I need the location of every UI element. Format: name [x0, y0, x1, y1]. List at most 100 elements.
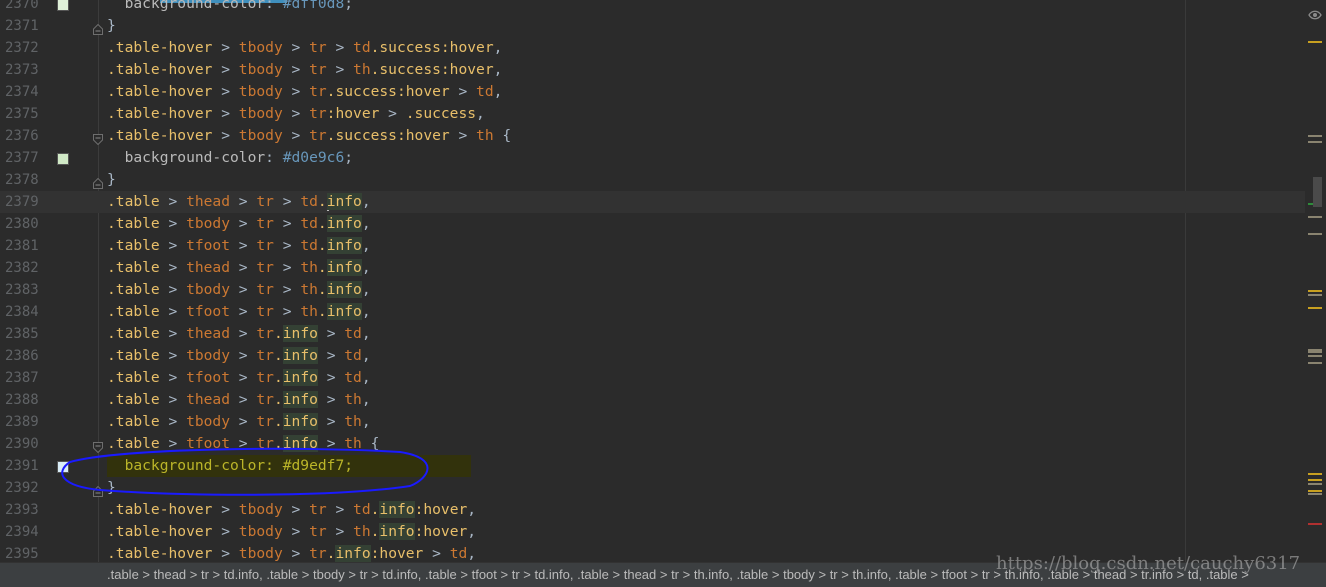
scrollbar-marker[interactable]: [1308, 489, 1322, 492]
code-token: .: [273, 413, 283, 430]
code-line[interactable]: 2372 .table-hover > tbody > tr > td.succe…: [0, 37, 1305, 59]
scrollbar-marker[interactable]: [1308, 351, 1322, 354]
scrollbar-track[interactable]: [1305, 0, 1326, 562]
code-text[interactable]: }: [107, 477, 116, 499]
code-token: >: [159, 413, 187, 430]
code-line[interactable]: 2371}: [0, 15, 1305, 37]
code-token: >: [230, 259, 257, 276]
code-line[interactable]: 2378}: [0, 169, 1305, 191]
code-line[interactable]: 2376 .table-hover > tbody > tr.success:ho…: [0, 125, 1305, 147]
code-token: >: [212, 39, 239, 56]
code-line[interactable]: 2392}: [0, 477, 1305, 499]
code-token: th: [300, 281, 318, 298]
code-text[interactable]: .table > tfoot > tr > td.info,: [107, 235, 371, 257]
color-swatch-icon[interactable]: [57, 0, 69, 11]
code-text[interactable]: }: [107, 169, 116, 191]
code-text[interactable]: }: [107, 15, 116, 37]
code-token: >: [317, 369, 345, 386]
code-text[interactable]: .table > tfoot > tr > th.info,: [107, 301, 371, 323]
code-text[interactable]: .table-hover > tbody > tr > td.success:h…: [107, 37, 502, 59]
code-text[interactable]: .table > thead > tr > th.info,: [107, 257, 371, 279]
scrollbar-thumb[interactable]: [1313, 177, 1322, 207]
code-text[interactable]: .table > thead > tr > td.info,: [107, 191, 371, 213]
scrollbar-marker[interactable]: [1308, 307, 1322, 310]
scrollbar-marker[interactable]: [1308, 134, 1322, 137]
scrollbar-marker[interactable]: [1308, 362, 1322, 365]
code-line[interactable]: 2380 .table > tbody > tr > td.info,: [0, 213, 1305, 235]
fold-end-icon[interactable]: [93, 20, 103, 35]
scrollbar-marker[interactable]: [1308, 41, 1322, 44]
code-line[interactable]: 2373 .table-hover > tbody > tr > th.succe…: [0, 59, 1305, 81]
code-text[interactable]: .table > tfoot > tr.info > th {: [107, 433, 379, 455]
scrollbar-marker[interactable]: [1308, 215, 1322, 218]
code-text[interactable]: .table-hover > tbody > tr > th.info:hove…: [107, 521, 476, 543]
code-token: td: [344, 347, 362, 364]
scrollbar-marker[interactable]: [1308, 522, 1322, 525]
code-line[interactable]: 2370 background-color: #dff0d8;: [0, 0, 1305, 15]
color-swatch-icon[interactable]: [57, 461, 69, 473]
code-token: td: [300, 237, 318, 254]
code-line[interactable]: 2393 .table-hover > tbody > tr > td.info:…: [0, 499, 1305, 521]
code-token: >: [212, 545, 239, 562]
scrollbar-marker[interactable]: [1308, 473, 1322, 476]
code-text[interactable]: background-color: #d0e9c6;: [107, 147, 353, 169]
scrollbar-marker[interactable]: [1308, 355, 1322, 358]
scrollbar-marker[interactable]: [1308, 141, 1322, 144]
fold-collapse-icon[interactable]: [93, 130, 103, 146]
code-line[interactable]: 2377 background-color: #d0e9c6;: [0, 147, 1305, 169]
code-line[interactable]: 2382 .table > thead > tr > th.info,: [0, 257, 1305, 279]
scrollbar-marker[interactable]: [1308, 294, 1322, 297]
code-line[interactable]: 2391 background-color: #d9edf7;: [0, 455, 1305, 477]
code-text[interactable]: background-color: #dff0d8;: [107, 0, 353, 15]
fold-collapse-icon[interactable]: [93, 438, 103, 454]
line-number: 2385: [5, 326, 39, 342]
code-line[interactable]: 2379 .table > thead > tr > td.info,: [0, 191, 1305, 213]
code-line[interactable]: 2390 .table > tfoot > tr.info > th {: [0, 433, 1305, 455]
code-text[interactable]: .table > tbody > tr > td.info,: [107, 213, 371, 235]
code-text[interactable]: .table-hover > tbody > tr > th.success:h…: [107, 59, 502, 81]
code-line[interactable]: 2386 .table > tbody > tr.info > td,: [0, 345, 1305, 367]
code-token: >: [230, 391, 257, 408]
code-editor[interactable]: 2370 background-color: #dff0d8; 2371} 2372…: [0, 0, 1326, 562]
code-token: >: [273, 259, 301, 276]
code-text[interactable]: .table-hover > tbody > tr > td.info:hove…: [107, 499, 476, 521]
code-line[interactable]: 2385 .table > thead > tr.info > td,: [0, 323, 1305, 345]
color-swatch-icon[interactable]: [57, 153, 69, 165]
code-line[interactable]: 2389 .table > tbody > tr.info > th,: [0, 411, 1305, 433]
code-token: .: [317, 193, 327, 210]
code-token: ,: [361, 237, 371, 254]
scrollbar-marker[interactable]: [1308, 483, 1322, 486]
code-line[interactable]: 2381 .table > tfoot > tr > td.info,: [0, 235, 1305, 257]
code-token: >: [317, 325, 345, 342]
code-line[interactable]: 2375 .table-hover > tbody > tr:hover > .s…: [0, 103, 1305, 125]
code-text[interactable]: .table-hover > tbody > tr:hover > .succe…: [107, 103, 485, 125]
code-text[interactable]: .table > tbody > tr.info > td,: [107, 345, 371, 367]
code-text[interactable]: .table > thead > tr.info > th,: [107, 389, 371, 411]
code-token: ,: [361, 259, 371, 276]
line-number: 2390: [5, 436, 39, 452]
code-line[interactable]: 2387 .table > tfoot > tr.info > td,: [0, 367, 1305, 389]
code-text[interactable]: .table > tbody > tr.info > th,: [107, 411, 371, 433]
code-text[interactable]: .table-hover > tbody > tr.info:hover > t…: [107, 543, 476, 562]
code-text[interactable]: .table > tfoot > tr.info > td,: [107, 367, 371, 389]
line-number: 2372: [5, 40, 39, 56]
code-text[interactable]: .table > thead > tr.info > td,: [107, 323, 371, 345]
code-text[interactable]: .table > tbody > tr > th.info,: [107, 279, 371, 301]
fold-end-icon[interactable]: [93, 482, 103, 497]
code-text[interactable]: background-color: #d9edf7;: [107, 455, 472, 477]
fold-end-icon[interactable]: [93, 174, 103, 189]
scrollbar-marker[interactable]: [1308, 493, 1322, 496]
code-line[interactable]: 2388 .table > thead > tr.info > th,: [0, 389, 1305, 411]
code-line[interactable]: 2374 .table-hover > tbody > tr.success:ho…: [0, 81, 1305, 103]
scrollbar-marker[interactable]: [1308, 479, 1322, 482]
code-line[interactable]: 2394 .table-hover > tbody > tr > th.info:…: [0, 521, 1305, 543]
code-line[interactable]: 2383 .table > tbody > tr > th.info,: [0, 279, 1305, 301]
scrollbar-marker[interactable]: [1308, 233, 1322, 236]
eye-icon[interactable]: [1308, 5, 1322, 24]
code-token: >: [282, 39, 310, 56]
code-line[interactable]: 2384 .table > tfoot > tr > th.info,: [0, 301, 1305, 323]
scrollbar-marker[interactable]: [1308, 289, 1322, 292]
line-number: 2387: [5, 370, 39, 386]
code-text[interactable]: .table-hover > tbody > tr.success:hover …: [107, 81, 502, 103]
code-text[interactable]: .table-hover > tbody > tr.success:hover …: [107, 125, 511, 147]
